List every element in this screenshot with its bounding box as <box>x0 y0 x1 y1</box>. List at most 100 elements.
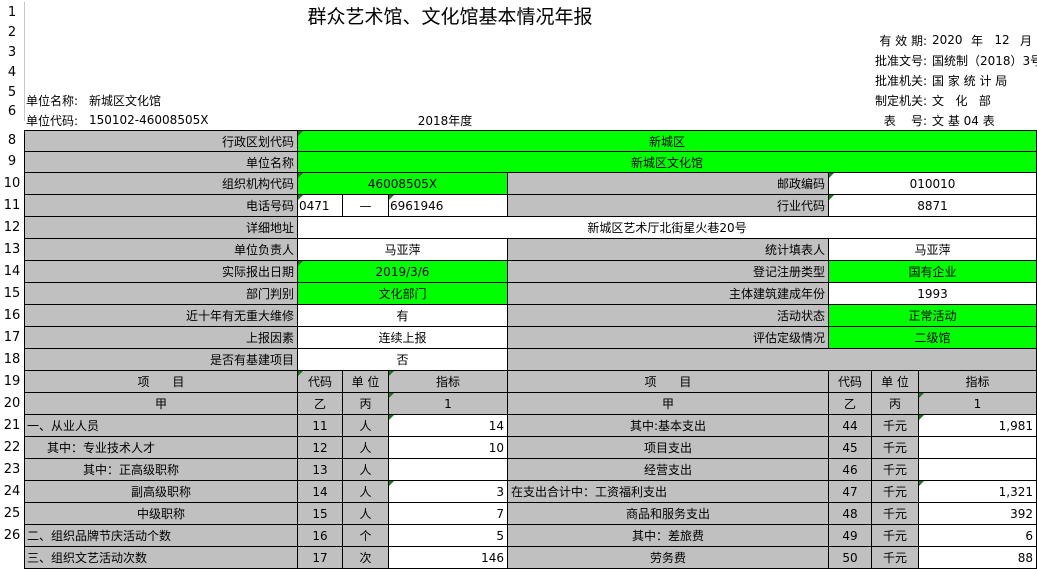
left-value-cell[interactable]: 14 <box>388 414 508 437</box>
head-cell[interactable]: 马亚萍 <box>297 238 508 261</box>
year-char: 年 <box>970 33 983 48</box>
right-item-label: 其中：差旅费 <box>507 524 829 547</box>
right-code: 44 <box>828 414 872 437</box>
right-unit: 千元 <box>871 546 919 569</box>
base-cell[interactable]: 否 <box>297 348 508 371</box>
report-cell[interactable]: 连续上报 <box>297 326 508 349</box>
org-code-cell[interactable]: 46008505X <box>297 172 508 195</box>
right-code: 48 <box>828 502 872 525</box>
row-header-6[interactable]: 6 <box>0 102 25 121</box>
dept-cell[interactable]: 文化部门 <box>297 282 508 305</box>
row-header-12[interactable]: 12 <box>0 216 25 238</box>
right-value-cell[interactable]: 1,321 <box>918 480 1037 503</box>
row-header-8[interactable]: 8 <box>0 130 25 151</box>
cell-marker-icon <box>389 393 394 398</box>
left-value-cell[interactable]: 10 <box>388 436 508 459</box>
reg-type-label: 登记注册类型 <box>507 260 829 283</box>
row-header-19[interactable]: 19 <box>0 370 25 392</box>
row-header-17[interactable]: 17 <box>0 326 25 348</box>
left-value-cell[interactable]: 7 <box>388 502 508 525</box>
left-item-label: 一、从业人员 <box>24 414 298 437</box>
industry-cell[interactable]: 8871 <box>828 194 1037 217</box>
month-char: 月 <box>1019 33 1032 48</box>
postal-cell[interactable]: 010010 <box>828 172 1037 195</box>
left-unit: 次 <box>342 546 389 569</box>
subheader-code-left: 乙 <box>297 392 343 415</box>
subheader-item-left: 甲 <box>24 392 298 415</box>
row-header-15[interactable]: 15 <box>0 282 25 304</box>
right-item-label: 劳务费 <box>507 546 829 569</box>
right-value-cell[interactable]: 6 <box>918 524 1037 547</box>
left-value-cell[interactable] <box>388 458 508 481</box>
report-title: 群众艺术馆、文化馆基本情况年报 <box>307 5 593 27</box>
left-value-cell[interactable]: 3 <box>388 480 508 503</box>
right-code: 47 <box>828 480 872 503</box>
form-no: 文 基 04 表 <box>932 113 995 128</box>
unit-cell[interactable]: 新城区文化馆 <box>297 151 1037 173</box>
row-header-2[interactable]: 2 <box>0 22 25 42</box>
row-header-4[interactable]: 4 <box>0 62 25 82</box>
address-cell[interactable]: 新城区艺术厅北街星火巷20号 <box>297 216 1037 239</box>
date-cell[interactable]: 2019/3/6 <box>297 260 508 283</box>
stat-cell[interactable]: 马亚萍 <box>828 238 1037 261</box>
subheader-unit-left: 丙 <box>342 392 389 415</box>
repair-cell[interactable]: 有 <box>297 304 508 327</box>
row-header-18[interactable]: 18 <box>0 348 25 370</box>
reg-type-cell[interactable]: 国有企业 <box>828 260 1037 283</box>
spreadsheet: 1234567891011121314151617181920212223242… <box>0 0 1037 569</box>
subheader-value-right: 1 <box>918 392 1037 415</box>
row-header-23[interactable]: 23 <box>0 458 25 480</box>
subheader-item-right: 甲 <box>507 392 829 415</box>
row-header-9[interactable]: 9 <box>0 151 25 172</box>
row-header-5[interactable]: 5 <box>0 82 25 102</box>
activity-cell[interactable]: 正常活动 <box>828 304 1037 327</box>
row-header-10[interactable]: 10 <box>0 172 25 194</box>
left-value-cell[interactable]: 146 <box>388 546 508 569</box>
left-unit: 人 <box>342 458 389 481</box>
rating-cell[interactable]: 二级馆 <box>828 326 1037 349</box>
row-header-26[interactable]: 26 <box>0 524 25 546</box>
approval-no-label: 批准文号: <box>874 53 927 68</box>
row-header-21[interactable]: 21 <box>0 414 25 436</box>
build-year-cell[interactable]: 1993 <box>828 282 1037 305</box>
right-value-cell[interactable] <box>918 436 1037 459</box>
region-code-cell[interactable]: 新城区 <box>297 130 1037 152</box>
left-value-cell[interactable]: 5 <box>388 524 508 547</box>
row-header-11[interactable]: 11 <box>0 194 25 216</box>
dept-label: 部门判别 <box>24 282 298 305</box>
row-header-14[interactable]: 14 <box>0 260 25 282</box>
row-header-1[interactable]: 1 <box>0 2 25 22</box>
row-header-25[interactable]: 25 <box>0 502 25 524</box>
right-item-label: 项目支出 <box>507 436 829 459</box>
subheader-unit-right: 丙 <box>871 392 919 415</box>
right-unit: 千元 <box>871 524 919 547</box>
right-item-label: 经营支出 <box>507 458 829 481</box>
row-header-20[interactable]: 20 <box>0 392 25 414</box>
right-unit: 千元 <box>871 458 919 481</box>
phone-area-cell[interactable]: 0471 <box>297 194 343 217</box>
left-unit: 人 <box>342 436 389 459</box>
left-code: 13 <box>297 458 343 481</box>
right-value-cell[interactable]: 88 <box>918 546 1037 569</box>
cell-marker-icon <box>298 195 303 200</box>
right-value-cell[interactable]: 392 <box>918 502 1037 525</box>
phone-number-cell[interactable]: 6961946 <box>388 194 508 217</box>
header-unit-right: 单 位 <box>871 370 919 393</box>
row-header-22[interactable]: 22 <box>0 436 25 458</box>
row-header-13[interactable]: 13 <box>0 238 25 260</box>
right-value-cell[interactable]: 1,981 <box>918 414 1037 437</box>
header-item-right: 项 目 <box>507 370 829 393</box>
subheader-value-left: 1 <box>388 392 508 415</box>
left-item-label: 其中：专业技术人才 <box>24 436 298 459</box>
row-header-3[interactable]: 3 <box>0 42 25 62</box>
report-year: 2018年度 <box>417 113 473 128</box>
cell-marker-icon <box>389 481 394 486</box>
row-header-16[interactable]: 16 <box>0 304 25 326</box>
cell-marker-icon <box>829 195 834 200</box>
right-code: 45 <box>828 436 872 459</box>
unit-code-label: 单位代码: <box>26 113 79 128</box>
right-value-cell[interactable] <box>918 458 1037 481</box>
row-header-24[interactable]: 24 <box>0 480 25 502</box>
maker-label: 制定机关: <box>874 93 927 108</box>
header-item-left: 项 目 <box>24 370 298 393</box>
